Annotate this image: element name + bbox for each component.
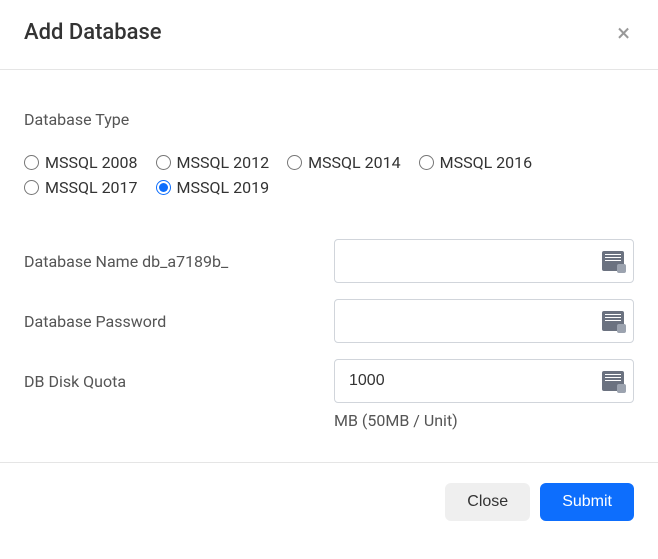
- modal-title: Add Database: [24, 20, 162, 45]
- radio-label: MSSQL 2012: [177, 153, 270, 172]
- modal-header: Add Database ×: [0, 0, 658, 70]
- modal-footer: Close Submit: [0, 462, 658, 541]
- radio-input-mssql-2014[interactable]: [287, 155, 302, 170]
- radio-input-mssql-2019[interactable]: [156, 180, 171, 195]
- close-icon[interactable]: ×: [613, 21, 634, 45]
- radio-mssql-2016[interactable]: MSSQL 2016: [419, 153, 533, 172]
- database-password-input[interactable]: [334, 299, 634, 343]
- radio-label: MSSQL 2017: [45, 178, 138, 197]
- database-name-input[interactable]: [334, 239, 634, 283]
- database-password-row: Database Password: [24, 299, 634, 343]
- radio-input-mssql-2012[interactable]: [156, 155, 171, 170]
- password-manager-icon[interactable]: [602, 251, 624, 271]
- database-type-radio-group: MSSQL 2008 MSSQL 2012 MSSQL 2014 MSSQL 2…: [24, 153, 634, 203]
- radio-input-mssql-2016[interactable]: [419, 155, 434, 170]
- password-manager-icon[interactable]: [602, 311, 624, 331]
- radio-label: MSSQL 2008: [45, 153, 138, 172]
- database-name-label: Database Name db_a7189b_: [24, 252, 334, 271]
- radio-mssql-2019[interactable]: MSSQL 2019: [156, 178, 270, 197]
- db-disk-quota-input-wrapper: [334, 359, 634, 403]
- radio-mssql-2014[interactable]: MSSQL 2014: [287, 153, 401, 172]
- radio-mssql-2008[interactable]: MSSQL 2008: [24, 153, 138, 172]
- radio-input-mssql-2008[interactable]: [24, 155, 39, 170]
- radio-mssql-2017[interactable]: MSSQL 2017: [24, 178, 138, 197]
- database-password-input-wrapper: [334, 299, 634, 343]
- radio-mssql-2012[interactable]: MSSQL 2012: [156, 153, 270, 172]
- db-disk-quota-row: DB Disk Quota: [24, 359, 634, 403]
- quota-helper-text: MB (50MB / Unit): [334, 411, 634, 430]
- password-manager-icon[interactable]: [602, 371, 624, 391]
- database-name-row: Database Name db_a7189b_: [24, 239, 634, 283]
- database-password-label: Database Password: [24, 312, 334, 331]
- db-disk-quota-input[interactable]: [334, 359, 634, 403]
- submit-button[interactable]: Submit: [540, 483, 634, 521]
- radio-input-mssql-2017[interactable]: [24, 180, 39, 195]
- radio-label: MSSQL 2016: [440, 153, 533, 172]
- db-disk-quota-label: DB Disk Quota: [24, 372, 334, 391]
- radio-label: MSSQL 2019: [177, 178, 270, 197]
- database-type-label: Database Type: [24, 110, 634, 129]
- close-button[interactable]: Close: [445, 483, 530, 521]
- modal-body: Database Type MSSQL 2008 MSSQL 2012 MSSQ…: [0, 70, 658, 454]
- database-name-input-wrapper: [334, 239, 634, 283]
- radio-label: MSSQL 2014: [308, 153, 401, 172]
